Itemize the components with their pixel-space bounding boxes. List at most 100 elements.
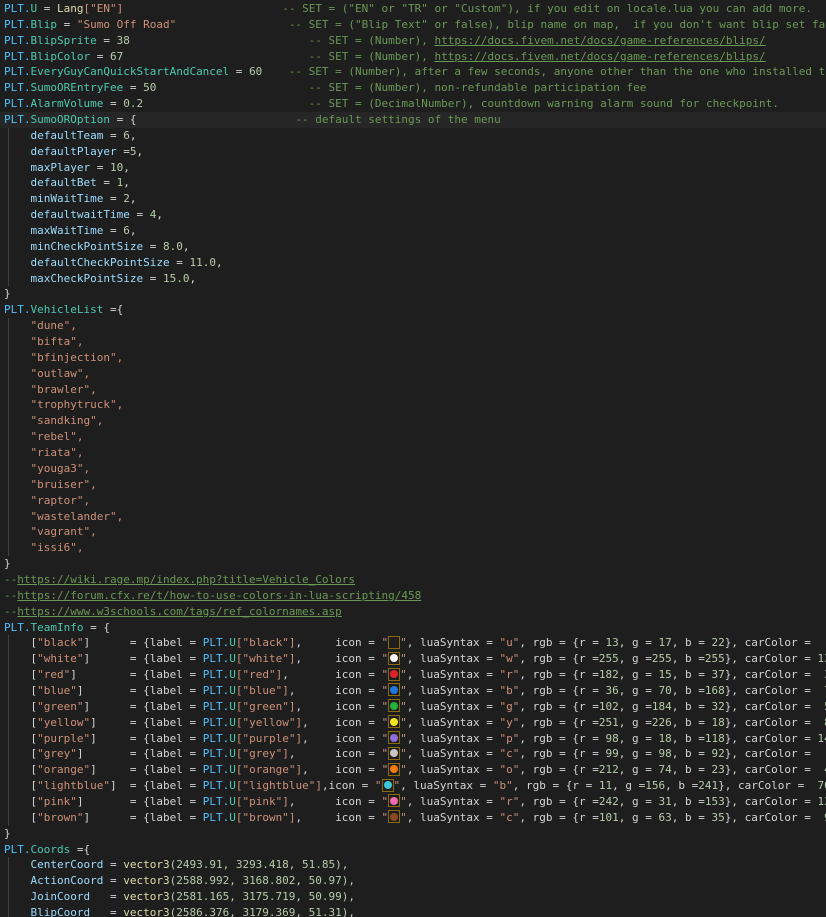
code-line-vehicle[interactable]: "riata", bbox=[0, 445, 826, 461]
string-token: "rebel", bbox=[30, 430, 84, 444]
code-line-comment-link[interactable]: --https://forum.cfx.re/t/how-to-use-colo… bbox=[0, 588, 826, 604]
code-line-vehicle[interactable]: "bruiser", bbox=[0, 476, 826, 493]
code-editor[interactable]: PLT.U = Lang["EN"] -- SET = ("EN" or "TR… bbox=[0, 0, 826, 917]
code-line-team[interactable]: ["brown"] = {label = PLT.U["brown"], ico… bbox=[0, 809, 826, 826]
code-line-vehicle[interactable]: "youga3", bbox=[0, 460, 826, 477]
string-token: ["yellow"] bbox=[235, 715, 303, 729]
code-line-vehicle[interactable]: "bfinjection", bbox=[0, 349, 826, 366]
code-line-setting[interactable]: PLT.U = Lang["EN"] -- SET = ("EN" or "TR… bbox=[0, 1, 826, 17]
code-token: , g = bbox=[618, 683, 659, 697]
code-line-vehicle[interactable]: "trophytruck", bbox=[0, 397, 826, 414]
code-token: , luaSyntax = bbox=[406, 636, 500, 650]
code-line-vehicle[interactable]: "outlaw", bbox=[0, 365, 826, 382]
code-token: , icon = bbox=[302, 715, 382, 729]
code-line-vehicle[interactable]: "wastelander", bbox=[0, 508, 826, 525]
punctuation-token: , bbox=[156, 208, 163, 222]
code-line-option[interactable]: maxCheckPointSize = 15.0, bbox=[0, 270, 826, 287]
code-line-option[interactable]: defaultCheckPointSize = 11.0, bbox=[0, 254, 826, 271]
code-token: , rgb = {r = bbox=[519, 810, 599, 824]
code-line-option[interactable]: maxWaitTime = 6, bbox=[0, 223, 826, 239]
color-dot-icon bbox=[390, 701, 399, 710]
code-token: , icon = bbox=[295, 699, 382, 713]
code-line-setting[interactable]: PLT.EveryGuyCanQuickStartAndCancel = 60 … bbox=[0, 64, 826, 80]
code-line-option[interactable]: defaultBet = 1, bbox=[0, 175, 826, 192]
comment-token: -- SET = (Number), after a few seconds, … bbox=[288, 65, 826, 79]
code-line-vehicle[interactable]: "issi6", bbox=[0, 540, 826, 557]
namespace-token: PLT. bbox=[4, 2, 31, 15]
code-line-setting[interactable]: PLT.BlipSprite = 38 -- SET = (Number), h… bbox=[0, 33, 826, 49]
code-line-vehicle[interactable]: "dune", bbox=[0, 318, 826, 335]
bracket-token: ] bbox=[83, 636, 124, 650]
code-line-team[interactable]: ["orange"] = {label = PLT.U["orange"], i… bbox=[0, 762, 826, 779]
code-line-team[interactable]: ["green"] = {label = PLT.U["green"], ico… bbox=[0, 698, 826, 715]
code-line-vehicle[interactable]: "sandking", bbox=[0, 413, 826, 430]
code-line-setting[interactable]: PLT.Blip = "Sumo Off Road" -- SET = ("Bl… bbox=[0, 17, 826, 33]
code-line-team[interactable]: ["pink"] = {label = PLT.U["pink"], icon … bbox=[0, 793, 826, 810]
code-line-team[interactable]: ["red"] = {label = PLT.U["red"], icon = … bbox=[0, 667, 826, 683]
key-token: defaultCheckPointSize bbox=[30, 255, 170, 269]
code-line-coord[interactable]: JoinCoord = vector3(2581.165, 3175.719, … bbox=[0, 889, 826, 905]
number-token: 74 bbox=[658, 763, 672, 777]
number-token: 241 bbox=[698, 779, 719, 793]
code-line-vehicle[interactable]: "brawler", bbox=[0, 381, 826, 398]
code-line-comment-link[interactable]: --https://wiki.rage.mp/index.php?title=V… bbox=[0, 572, 826, 588]
code-line-option[interactable]: defaultPlayer =5, bbox=[0, 143, 826, 160]
code-line-setting[interactable]: PLT.SumoOREntryFee = 50 -- SET = (Number… bbox=[0, 80, 826, 96]
code-line-team[interactable]: ["white"] = {label = PLT.U["white"], ico… bbox=[0, 651, 826, 668]
code-line-close[interactable]: } bbox=[0, 286, 826, 302]
code-line-vehicle[interactable]: "rebel", bbox=[0, 429, 826, 446]
code-line-setting[interactable]: PLT.AlarmVolume = 0.2 -- SET = (DecimalN… bbox=[0, 96, 826, 112]
number-token: 118 bbox=[704, 731, 725, 745]
code-line-option[interactable]: minCheckPointSize = 8.0, bbox=[0, 238, 826, 255]
code-line-team[interactable]: ["black"] = {label = PLT.U["black"], ico… bbox=[0, 635, 826, 652]
code-line-team[interactable]: ["blue"] = {label = PLT.U["blue"], icon … bbox=[0, 682, 826, 699]
indent-guide bbox=[8, 318, 9, 335]
punctuation-token: , bbox=[182, 239, 190, 253]
code-line-coord[interactable]: BlipCoord = vector3(2586.376, 3179.369, … bbox=[0, 904, 826, 917]
string-token: "b" bbox=[492, 779, 513, 793]
code-line-vehicle-header[interactable]: PLT.VehicleList ={ bbox=[0, 302, 826, 318]
field-token: U bbox=[229, 699, 236, 713]
namespace-token: PLT. bbox=[4, 49, 31, 63]
code-line-team[interactable]: ["purple"] = {label = PLT.U["purple"], i… bbox=[0, 730, 826, 747]
number-token: 242 bbox=[598, 794, 619, 808]
code-line-vehicle[interactable]: "raptor", bbox=[0, 492, 826, 509]
string-token: "bifta", bbox=[30, 335, 84, 349]
code-line-team[interactable]: ["grey"] = {label = PLT.U["grey"], icon … bbox=[0, 746, 826, 763]
string-token: ["grey"] bbox=[235, 747, 289, 761]
operator-token: = { bbox=[83, 620, 110, 634]
number-token: 15.0 bbox=[162, 271, 190, 285]
code-line-team-header[interactable]: PLT.TeamInfo = { bbox=[0, 620, 826, 636]
field-token: Blip bbox=[30, 17, 58, 31]
code-token: , luaSyntax = bbox=[406, 810, 500, 824]
code-line-setting[interactable]: PLT.BlipColor = 67 -- SET = (Number), ht… bbox=[0, 49, 826, 65]
code-line-close[interactable]: } bbox=[0, 826, 826, 842]
code-line-option[interactable]: defaultTeam = 6, bbox=[0, 127, 826, 144]
code-line-setting[interactable]: PLT.SumoOROption = { -- default settings… bbox=[0, 112, 826, 128]
code-line-close[interactable]: } bbox=[0, 556, 826, 572]
padding-token bbox=[262, 65, 289, 78]
code-line-option[interactable]: maxPlayer = 10, bbox=[0, 159, 826, 176]
code-line-comment-link[interactable]: --https://www.w3schools.com/tags/ref_col… bbox=[0, 604, 826, 620]
punctuation-token: , bbox=[123, 176, 130, 190]
string-token: "w" bbox=[499, 652, 520, 666]
code-line-coord[interactable]: CenterCoord = vector3(2493.91, 3293.418,… bbox=[0, 857, 826, 874]
number-token: 6 bbox=[123, 128, 130, 142]
string-token: " bbox=[381, 794, 389, 808]
number-token: 37 bbox=[711, 668, 725, 682]
code-line-vehicle[interactable]: "vagrant", bbox=[0, 524, 826, 541]
string-token: "riata", bbox=[30, 446, 84, 460]
code-token: = {label = bbox=[123, 715, 203, 729]
code-token: }, carColor = bbox=[718, 779, 811, 793]
string-token: "grey" bbox=[37, 747, 77, 761]
code-line-vehicle[interactable]: "bifta", bbox=[0, 334, 826, 350]
code-line-option[interactable]: defaultwaitTime = 4, bbox=[0, 207, 826, 224]
code-line-coord[interactable]: ActionCoord = vector3(2588.992, 3168.802… bbox=[0, 873, 826, 890]
code-line-option[interactable]: minWaitTime = 2, bbox=[0, 191, 826, 208]
code-line-team[interactable]: ["yellow"] = {label = PLT.U["yellow"], i… bbox=[0, 714, 826, 731]
punctuation-token: , bbox=[123, 160, 130, 174]
code-line-coords-header[interactable]: PLT.Coords ={ bbox=[0, 842, 826, 858]
code-token: , rgb = {r = bbox=[512, 779, 599, 793]
code-token: , luaSyntax = bbox=[406, 652, 500, 666]
code-line-team[interactable]: ["lightblue"] = {label = PLT.U["lightblu… bbox=[0, 778, 826, 794]
